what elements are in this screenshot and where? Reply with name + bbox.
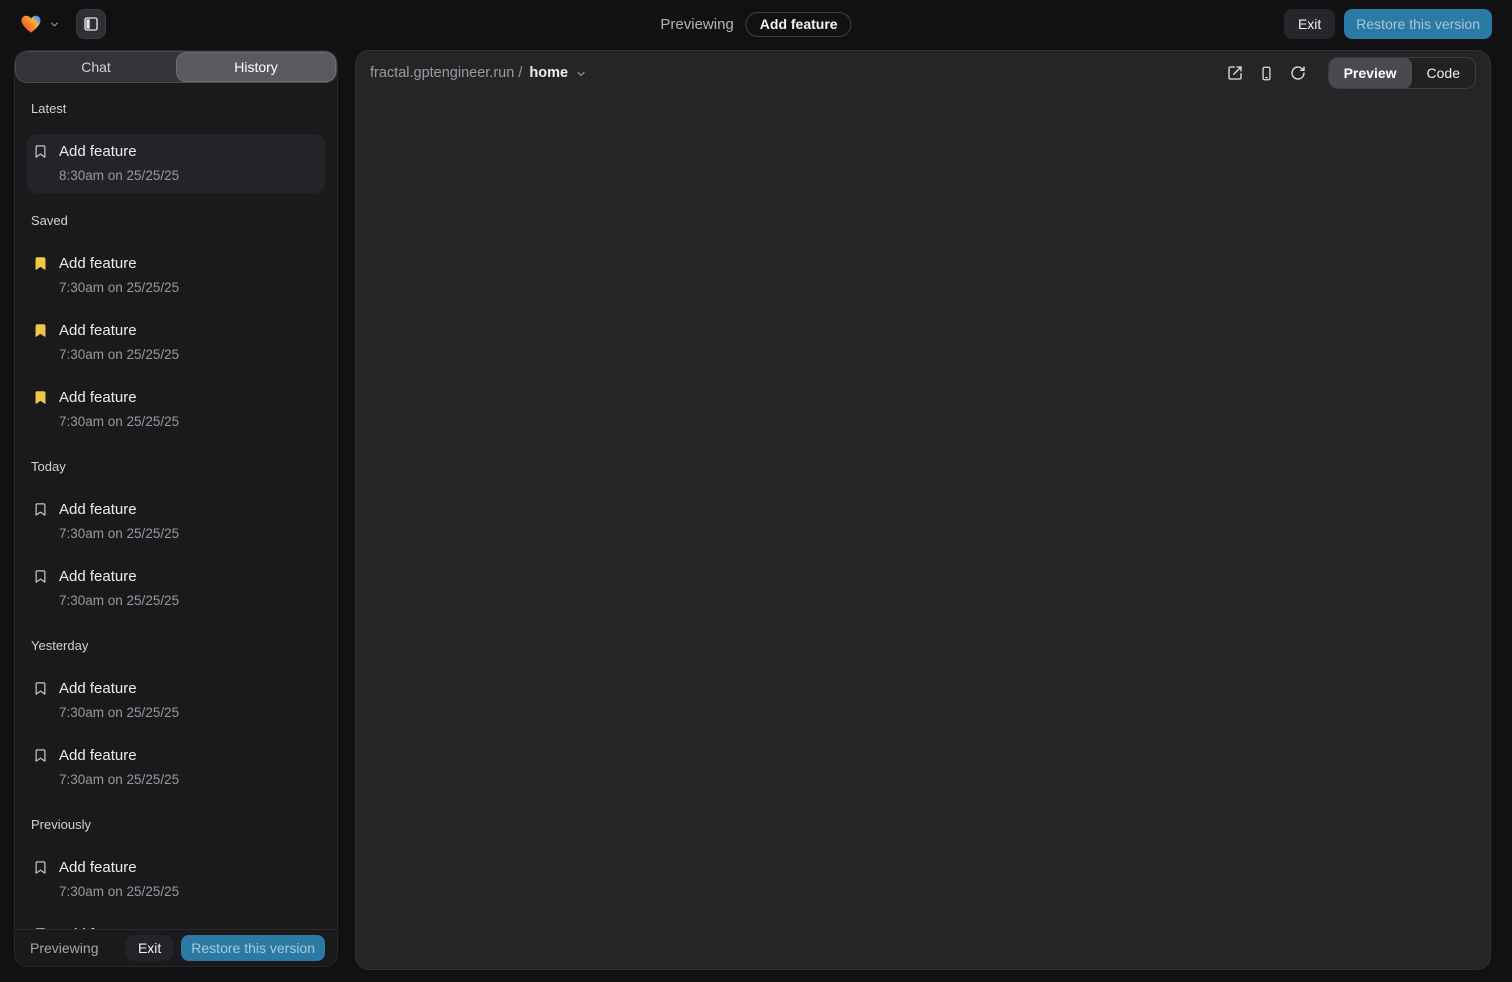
history-item-timestamp: 7:30am on 25/25/25: [59, 771, 179, 789]
lovable-heart-logo[interactable]: [20, 13, 42, 35]
tab-preview[interactable]: Preview: [1329, 57, 1412, 89]
history-item[interactable]: Add feature 8:30am on 25/25/25: [27, 134, 325, 193]
history-item-text: Add feature 7:30am on 25/25/25: [59, 679, 179, 722]
history-item-title: Add feature: [59, 142, 179, 162]
history-section-label: Latest: [27, 101, 325, 116]
topbar: Previewing Add feature Exit Restore this…: [0, 0, 1512, 48]
history-item-text: Add feature 7:30am on 25/25/25: [59, 388, 179, 431]
history-item-title: Add feature: [59, 500, 179, 520]
history-item-title: Add feature: [59, 254, 179, 274]
history-item[interactable]: Add feature 7:30am on 25/25/25: [27, 917, 325, 929]
history-item-text: Add feature 7:30am on 25/25/25: [59, 858, 179, 901]
history-item-title: Add feature: [59, 858, 179, 878]
sidebar-toggle-button[interactable]: [76, 9, 106, 39]
history-section: Saved Add feature 7:30am on 25/25/25: [27, 213, 325, 439]
open-external-button[interactable]: [1227, 65, 1243, 81]
panel-left-icon: [83, 16, 99, 32]
topbar-left: [20, 9, 106, 39]
history-section-items: Add feature 7:30am on 25/25/25 Add featu…: [27, 246, 325, 439]
preview-panel: fractal.gptengineer.run / home: [355, 50, 1491, 970]
bookmark-icon: [33, 681, 49, 696]
footer-restore-version-button[interactable]: Restore this version: [181, 935, 325, 961]
sidebar-footer: Previewing Exit Restore this version: [15, 929, 337, 966]
history-section-items: Add feature 7:30am on 25/25/25 Add featu…: [27, 850, 325, 929]
mobile-view-button[interactable]: [1259, 66, 1274, 81]
history-section-label: Saved: [27, 213, 325, 228]
bookmark-icon: [33, 144, 49, 159]
preview-header: fractal.gptengineer.run / home: [356, 51, 1490, 95]
history-item[interactable]: Add feature 7:30am on 25/25/25: [27, 671, 325, 730]
bookmark-icon: [33, 748, 49, 763]
chevron-down-icon[interactable]: [49, 19, 60, 30]
bookmark-filled-icon: [33, 323, 49, 338]
history-item-title: Add feature: [59, 321, 179, 341]
footer-previewing-label: Previewing: [30, 940, 98, 956]
history-item[interactable]: Add feature 7:30am on 25/25/25: [27, 850, 325, 909]
history-section-items: Add feature 7:30am on 25/25/25 Add featu…: [27, 671, 325, 797]
refresh-icon: [1290, 65, 1306, 81]
url-prefix: fractal.gptengineer.run /: [370, 65, 522, 81]
smartphone-icon: [1259, 66, 1274, 81]
history-item[interactable]: Add feature 7:30am on 25/25/25: [27, 313, 325, 372]
history-item-title: Add feature: [59, 746, 179, 766]
bookmark-icon: [33, 860, 49, 875]
history-item-text: Add feature 7:30am on 25/25/25: [59, 500, 179, 543]
history-list: Latest Add feature 8:30am on 25/25/25 Sa…: [15, 83, 337, 929]
history-item[interactable]: Add feature 7:30am on 25/25/25: [27, 380, 325, 439]
view-mode-tabs: Preview Code: [1328, 57, 1476, 89]
sidebar-mode-tabs: Chat History: [15, 51, 337, 83]
history-item[interactable]: Add feature 7:30am on 25/25/25: [27, 738, 325, 797]
bookmark-icon: [33, 502, 49, 517]
history-section-items: Add feature 8:30am on 25/25/25: [27, 134, 325, 193]
history-item-title: Add feature: [59, 388, 179, 408]
history-section-label: Yesterday: [27, 638, 325, 653]
history-item-text: Add feature 8:30am on 25/25/25: [59, 142, 179, 185]
preview-content[interactable]: [356, 95, 1490, 969]
history-item-text: Add feature 7:30am on 25/25/25: [59, 254, 179, 297]
url-page: home: [529, 65, 568, 81]
history-item[interactable]: Add feature 7:30am on 25/25/25: [27, 559, 325, 618]
external-link-icon: [1227, 65, 1243, 81]
bookmark-filled-icon: [33, 256, 49, 271]
footer-exit-button[interactable]: Exit: [126, 935, 173, 961]
history-section-label: Previously: [27, 817, 325, 832]
history-item-timestamp: 7:30am on 25/25/25: [59, 279, 179, 297]
tab-code[interactable]: Code: [1412, 57, 1475, 89]
history-item-title: Add feature: [59, 567, 179, 587]
tab-history[interactable]: History: [176, 52, 336, 82]
history-item-timestamp: 8:30am on 25/25/25: [59, 167, 179, 185]
history-item-timestamp: 7:30am on 25/25/25: [59, 413, 179, 431]
topbar-status: Previewing Add feature: [660, 0, 851, 48]
history-item-timestamp: 7:30am on 25/25/25: [59, 592, 179, 610]
history-section-items: Add feature 7:30am on 25/25/25 Add featu…: [27, 492, 325, 618]
bookmark-icon: [33, 569, 49, 584]
restore-version-button[interactable]: Restore this version: [1344, 9, 1492, 39]
history-item-text: Add feature 7:30am on 25/25/25: [59, 321, 179, 364]
tab-chat[interactable]: Chat: [16, 52, 176, 82]
refresh-button[interactable]: [1290, 65, 1306, 81]
chevron-down-icon: [575, 68, 587, 80]
history-item-timestamp: 7:30am on 25/25/25: [59, 525, 179, 543]
history-item-text: Add feature 7:30am on 25/25/25: [59, 746, 179, 789]
history-item[interactable]: Add feature 7:30am on 25/25/25: [27, 492, 325, 551]
history-section: Today Add feature 7:30am on 25/25/25: [27, 459, 325, 618]
history-section: Previously Add feature 7:30am on 25/25/2…: [27, 817, 325, 929]
topbar-actions: Exit Restore this version: [1284, 9, 1492, 39]
url-selector[interactable]: fractal.gptengineer.run / home: [370, 65, 587, 81]
version-badge[interactable]: Add feature: [746, 12, 852, 37]
history-item-timestamp: 7:30am on 25/25/25: [59, 346, 179, 364]
history-item-timestamp: 7:30am on 25/25/25: [59, 704, 179, 722]
preview-actions: Preview Code: [1227, 57, 1476, 89]
previewing-label: Previewing: [660, 16, 733, 33]
exit-button[interactable]: Exit: [1284, 9, 1335, 39]
bookmark-filled-icon: [33, 390, 49, 405]
history-item-text: Add feature 7:30am on 25/25/25: [59, 567, 179, 610]
history-section-label: Today: [27, 459, 325, 474]
history-section: Latest Add feature 8:30am on 25/25/25: [27, 101, 325, 193]
history-item-timestamp: 7:30am on 25/25/25: [59, 883, 179, 901]
history-sidebar: Chat History Latest Add feature 8:30am o…: [14, 50, 338, 967]
history-item[interactable]: Add feature 7:30am on 25/25/25: [27, 246, 325, 305]
history-section: Yesterday Add feature 7:30am on 25/25/25: [27, 638, 325, 797]
history-item-title: Add feature: [59, 679, 179, 699]
